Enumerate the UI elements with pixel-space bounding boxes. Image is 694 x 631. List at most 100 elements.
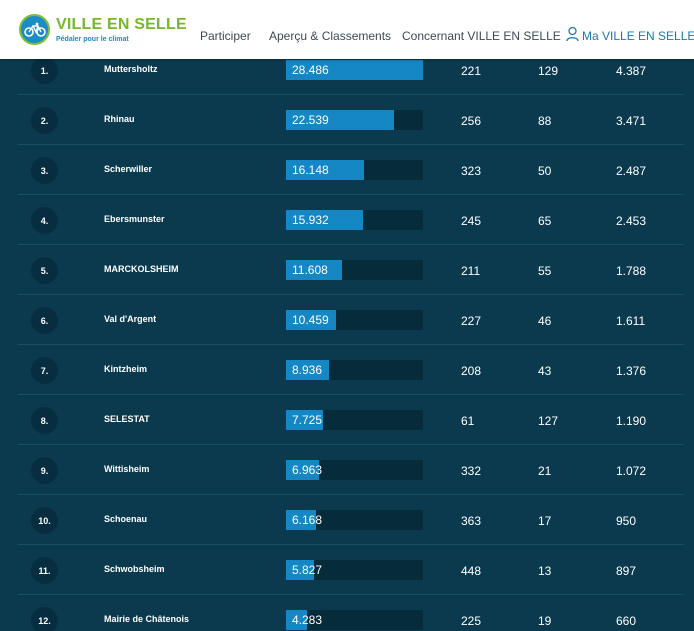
kilometers-value: 4.283: [292, 613, 323, 627]
column-a-value: 332: [461, 464, 482, 478]
kilometers-value: 6.963: [292, 463, 323, 477]
progress-bar: 7.725: [286, 410, 423, 430]
rank-badge: 12.: [31, 607, 58, 631]
logo[interactable]: VILLE EN SELLE Pédaler pour le climat: [19, 14, 191, 45]
column-c-value: 3.471: [616, 114, 647, 128]
municipality-name[interactable]: Schwobsheim: [104, 564, 165, 574]
rank-badge: 5.: [31, 257, 58, 284]
kilometers-value: 11.608: [292, 263, 328, 277]
progress-bar: 15.932: [286, 210, 423, 230]
column-a-value: 448: [461, 564, 482, 578]
column-a-value: 61: [461, 414, 475, 428]
column-c-value: 950: [616, 514, 637, 528]
column-c-value: 1.190: [616, 414, 647, 428]
rank-badge: 3.: [31, 157, 58, 184]
rank-badge: 11.: [31, 557, 58, 584]
rank-badge: 9.: [31, 457, 58, 484]
progress-bar: 6.168: [286, 510, 423, 530]
nav-concernant[interactable]: Concernant VILLE EN SELLE: [402, 29, 561, 43]
progress-bar: 4.283: [286, 610, 423, 630]
municipality-name[interactable]: Mairie de Châtenois: [104, 614, 189, 624]
municipality-name[interactable]: Kintzheim: [104, 364, 147, 374]
municipality-name[interactable]: SELESTAT: [104, 414, 150, 424]
column-c-value: 1.611: [616, 314, 646, 328]
kilometers-value: 10.459: [292, 313, 329, 327]
table-row[interactable]: 8. SELESTAT 7.725 61 127 1.190: [18, 395, 684, 445]
rank-badge: 2.: [31, 107, 58, 134]
column-b-value: 46: [538, 314, 552, 328]
column-c-value: 660: [616, 614, 637, 628]
column-a-value: 208: [461, 364, 482, 378]
column-c-value: 1.072: [616, 464, 647, 478]
table-row[interactable]: 10. Schoenau 6.168 363 17 950: [18, 495, 684, 545]
column-a-value: 221: [461, 64, 482, 78]
table-row[interactable]: 12. Mairie de Châtenois 4.283 225 19 660: [18, 595, 684, 631]
table-row[interactable]: 11. Schwobsheim 5.827 448 13 897: [18, 545, 684, 595]
column-a-value: 227: [461, 314, 482, 328]
table-row[interactable]: 9. Wittisheim 6.963 332 21 1.072: [18, 445, 684, 495]
column-b-value: 19: [538, 614, 552, 628]
municipality-name[interactable]: Val d'Argent: [104, 314, 156, 324]
municipality-name[interactable]: Wittisheim: [104, 464, 149, 474]
column-b-value: 55: [538, 264, 552, 278]
table-row[interactable]: 3. Scherwiller 16.148 323 50 2.487: [18, 145, 684, 195]
nav-apercu-classements[interactable]: Aperçu & Classements: [269, 29, 391, 43]
kilometers-value: 7.725: [292, 413, 323, 427]
column-a-value: 211: [461, 264, 481, 278]
table-row[interactable]: 4. Ebersmunster 15.932 245 65 2.453: [18, 195, 684, 245]
column-a-value: 323: [461, 164, 482, 178]
municipality-name[interactable]: Ebersmunster: [104, 214, 165, 224]
kilometers-value: 15.932: [292, 213, 329, 227]
kilometers-value: 22.539: [292, 113, 329, 127]
column-b-value: 13: [538, 564, 552, 578]
site-header: VILLE EN SELLE Pédaler pour le climat Pa…: [0, 0, 694, 59]
nav-ma-ville-en-selle[interactable]: Ma VILLE EN SELLE: [566, 24, 694, 43]
column-b-value: 127: [538, 414, 559, 428]
rank-badge: 7.: [31, 357, 58, 384]
municipality-name[interactable]: MARCKOLSHEIM: [104, 264, 179, 274]
rank-badge: 1.: [31, 57, 58, 84]
column-c-value: 2.453: [616, 214, 647, 228]
column-a-value: 256: [461, 114, 482, 128]
kilometers-value: 5.827: [292, 563, 323, 577]
user-icon: [566, 26, 579, 41]
municipality-name[interactable]: Muttersholtz: [104, 64, 158, 74]
municipality-name[interactable]: Rhinau: [104, 114, 135, 124]
column-b-value: 129: [538, 64, 559, 78]
municipality-name[interactable]: Scherwiller: [104, 164, 152, 174]
table-row[interactable]: 2. Rhinau 22.539 256 88 3.471: [18, 95, 684, 145]
rank-badge: 4.: [31, 207, 58, 234]
column-b-value: 50: [538, 164, 552, 178]
progress-bar: 16.148: [286, 160, 423, 180]
progress-bar: 22.539: [286, 110, 423, 130]
column-b-value: 43: [538, 364, 552, 378]
column-b-value: 21: [538, 464, 552, 478]
nav-participer[interactable]: Participer: [200, 29, 251, 43]
kilometers-value: 16.148: [292, 163, 329, 177]
column-b-value: 65: [538, 214, 552, 228]
column-a-value: 225: [461, 614, 482, 628]
column-b-value: 88: [538, 114, 552, 128]
nav-ma-ville-en-selle-label: Ma VILLE EN SELLE: [582, 29, 694, 43]
table-row[interactable]: 5. MARCKOLSHEIM 11.608 211 55 1.788: [18, 245, 684, 295]
progress-bar: 10.459: [286, 310, 423, 330]
rank-badge: 8.: [31, 407, 58, 434]
municipality-name[interactable]: Schoenau: [104, 514, 147, 524]
table-row[interactable]: 6. Val d'Argent 10.459 227 46 1.611: [18, 295, 684, 345]
column-a-value: 363: [461, 514, 482, 528]
progress-bar: 6.963: [286, 460, 423, 480]
column-c-value: 1.788: [616, 264, 647, 278]
column-c-value: 2.487: [616, 164, 647, 178]
column-c-value: 897: [616, 564, 637, 578]
table-row[interactable]: 7. Kintzheim 8.936 208 43 1.376: [18, 345, 684, 395]
column-a-value: 245: [461, 214, 482, 228]
rank-badge: 6.: [31, 307, 58, 334]
ranking-table: 1. Muttersholtz 28.486 221 129 4.387 2. Rhinau 2…: [18, 45, 684, 631]
logo-subtitle: Pédaler pour le climat: [56, 35, 129, 43]
kilometers-value: 8.936: [292, 363, 323, 377]
progress-bar: 28.486: [286, 60, 423, 80]
progress-bar: 5.827: [286, 560, 423, 580]
column-c-value: 4.387: [616, 64, 647, 78]
progress-bar: 11.608: [286, 260, 423, 280]
column-b-value: 17: [538, 514, 552, 528]
